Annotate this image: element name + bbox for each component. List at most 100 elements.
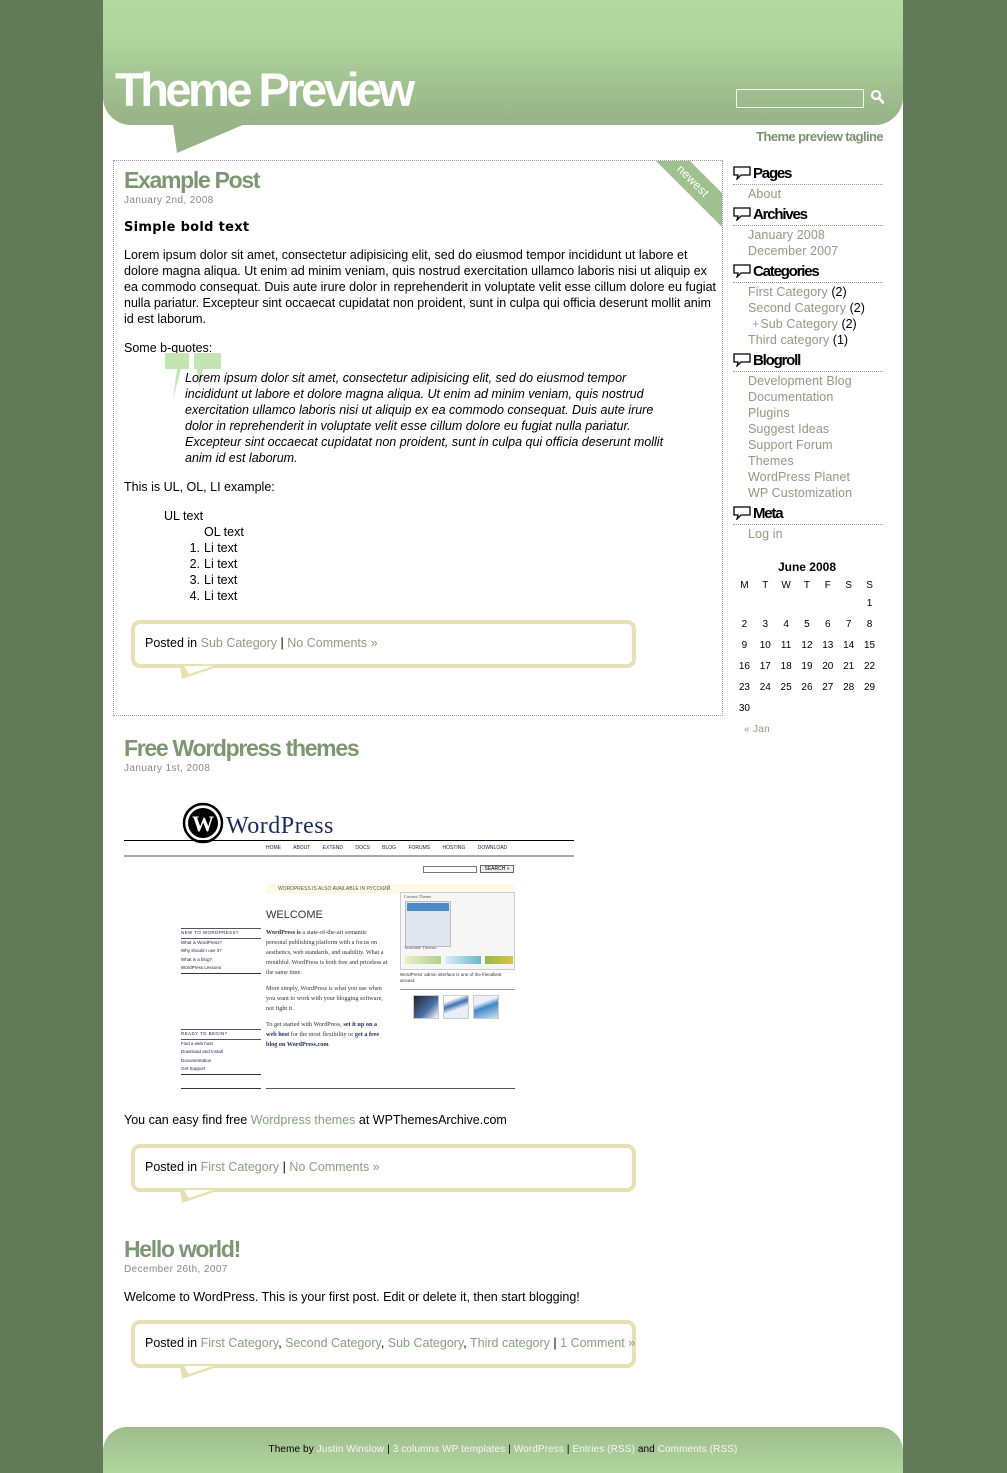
wordpress-themes-link[interactable]: Wordpress themes	[251, 1113, 356, 1127]
calendar-week: 30	[734, 698, 880, 719]
calendar-day	[817, 698, 838, 719]
post-meta: Posted in Sub Category | No Comments »	[131, 620, 636, 679]
calendar-day: 27	[822, 682, 834, 693]
blogroll-link[interactable]: Development Blog	[748, 374, 852, 388]
blogroll-link[interactable]: Support Forum	[748, 438, 833, 452]
calendar-day	[817, 593, 838, 614]
blogroll-link[interactable]: WordPress Planet	[748, 470, 850, 484]
post-example: Example Post January 2nd, 2008 Simple bo…	[124, 167, 724, 679]
footer: Theme by Justin Winslow | 3 columns WP t…	[103, 1427, 903, 1473]
post-date: January 2nd, 2008	[124, 195, 214, 206]
site-title[interactable]: Theme Preview	[115, 62, 415, 117]
speech-bubble-icon	[733, 166, 751, 180]
calendar-day: 26	[801, 682, 813, 693]
calendar-day: 30	[738, 703, 750, 714]
calendar-day: 8	[866, 619, 873, 630]
speech-bubble-icon	[733, 506, 751, 520]
calendar-day	[838, 698, 859, 719]
widget-title-meta: Meta	[733, 503, 883, 525]
category-link[interactable]: Second Category	[748, 301, 846, 315]
templates-link[interactable]: 3 columns WP templates	[393, 1444, 506, 1455]
plus-icon: +	[752, 317, 760, 331]
category-link[interactable]: Third category	[748, 333, 829, 347]
sidebar: Pages About Archives January 2008 Decemb…	[733, 163, 883, 735]
calendar-day	[797, 593, 818, 614]
calendar-weekday: S	[866, 579, 873, 591]
calendar-weekday: M	[740, 579, 749, 591]
header-speech-tail	[173, 124, 245, 153]
calendar-prev-link[interactable]: « Jan	[744, 724, 770, 735]
calendar-day	[838, 593, 859, 614]
post-free-themes: Free Wordpress themes January 1st, 2008 …	[124, 735, 724, 1203]
page: Theme Preview Theme preview tagline newe…	[103, 0, 903, 1473]
calendar-day: 4	[783, 619, 789, 630]
wordpress-link[interactable]: WordPress	[514, 1444, 564, 1455]
archive-link[interactable]: January 2008	[748, 228, 825, 242]
calendar-day: 24	[759, 682, 771, 693]
page-link-about[interactable]: About	[748, 187, 781, 201]
calendar-caption: June 2008	[777, 560, 837, 574]
post-body: You can easy find free Wordpress themes …	[124, 1112, 724, 1203]
post-text: Welcome to WordPress. This is your first…	[124, 1290, 580, 1304]
ul-list: UL text OL text 1. Li text 2. Li text 3. Li…	[164, 508, 721, 604]
post-meta: Posted in First Category, Second Categor…	[131, 1320, 636, 1379]
archive-link[interactable]: December 2007	[748, 244, 838, 258]
blogroll-link[interactable]: Suggest Ideas	[748, 422, 829, 436]
list-item: 2. Li text	[189, 557, 238, 571]
calendar-day	[755, 593, 776, 614]
widget-title-pages: Pages	[733, 163, 883, 185]
author-link[interactable]: Justin Winslow	[317, 1444, 385, 1455]
calendar-weekday: S	[845, 579, 852, 591]
post-title[interactable]: Hello world!	[124, 1236, 724, 1262]
calendar-day: 10	[759, 640, 771, 651]
speech-bubble-icon	[733, 264, 751, 278]
calendar-day: 20	[822, 661, 834, 672]
post-hello-world: Hello world! December 26th, 2007 Welcome…	[124, 1236, 724, 1379]
calendar-week: 16 17 18 19 20 21 22	[734, 656, 880, 677]
post-meta: Posted in First Category | No Comments »	[131, 1144, 636, 1203]
entries-rss-link[interactable]: Entries (RSS)	[572, 1444, 634, 1455]
search-input[interactable]	[736, 89, 864, 108]
ol-list: 1. Li text 2. Li text 3. Li text 4. Li text	[189, 540, 721, 604]
calendar-day: 5	[804, 619, 810, 630]
blogroll-link[interactable]: Documentation	[748, 390, 833, 404]
post-title[interactable]: Example Post	[124, 167, 724, 193]
blogroll-link[interactable]: Themes	[748, 454, 794, 468]
blogroll-link[interactable]: Plugins	[748, 406, 790, 420]
wordpress-screenshot: W WordPress HOME ABOUT EXTEND DOCS BLOG …	[124, 802, 576, 1092]
calendar-weekday: T	[762, 579, 769, 591]
comments-link[interactable]: No Comments »	[287, 636, 377, 650]
calendar: June 2008 MTWTFSS 1 2 3 4 5 6 7 8 9 10 11 12 13 14 15 1…	[733, 560, 883, 735]
calendar-day: 21	[843, 661, 855, 672]
meta-list: Log in	[733, 526, 883, 542]
search-icon[interactable]	[870, 89, 884, 105]
comments-rss-link[interactable]: Comments (RSS)	[658, 1444, 738, 1455]
calendar-day	[776, 698, 797, 719]
post-title[interactable]: Free Wordpress themes	[124, 735, 724, 761]
calendar-day: 18	[780, 661, 792, 672]
list-item: 4. Li text	[189, 589, 238, 603]
calendar-day: 3	[762, 619, 769, 630]
list-item: 3. Li text	[189, 573, 238, 587]
calendar-day: 11	[780, 640, 792, 651]
calendar-day: 1	[866, 598, 873, 609]
category-link[interactable]: Sub Category	[201, 636, 277, 650]
postmeta-tail	[180, 1366, 220, 1379]
category-link[interactable]: Sub Category	[388, 1336, 464, 1350]
category-link[interactable]: Sub Category	[760, 317, 838, 331]
speech-bubble-icon	[733, 207, 751, 221]
category-link[interactable]: First Category	[201, 1336, 279, 1350]
comments-link[interactable]: 1 Comment »	[560, 1336, 635, 1350]
calendar-day: 16	[738, 661, 750, 672]
category-link[interactable]: First Category	[201, 1160, 280, 1174]
comments-link[interactable]: No Comments »	[289, 1160, 379, 1174]
category-link[interactable]: Second Category	[285, 1336, 381, 1350]
pages-list: About	[733, 186, 883, 202]
blogroll-link[interactable]: WP Customization	[748, 486, 852, 500]
category-link[interactable]: Third category	[470, 1336, 550, 1350]
login-link[interactable]: Log in	[748, 527, 783, 541]
calendar-day: 23	[738, 682, 750, 693]
bold-text: Simple bold text	[124, 220, 250, 235]
category-link[interactable]: First Category	[748, 285, 828, 299]
postmeta-tail	[180, 666, 220, 679]
